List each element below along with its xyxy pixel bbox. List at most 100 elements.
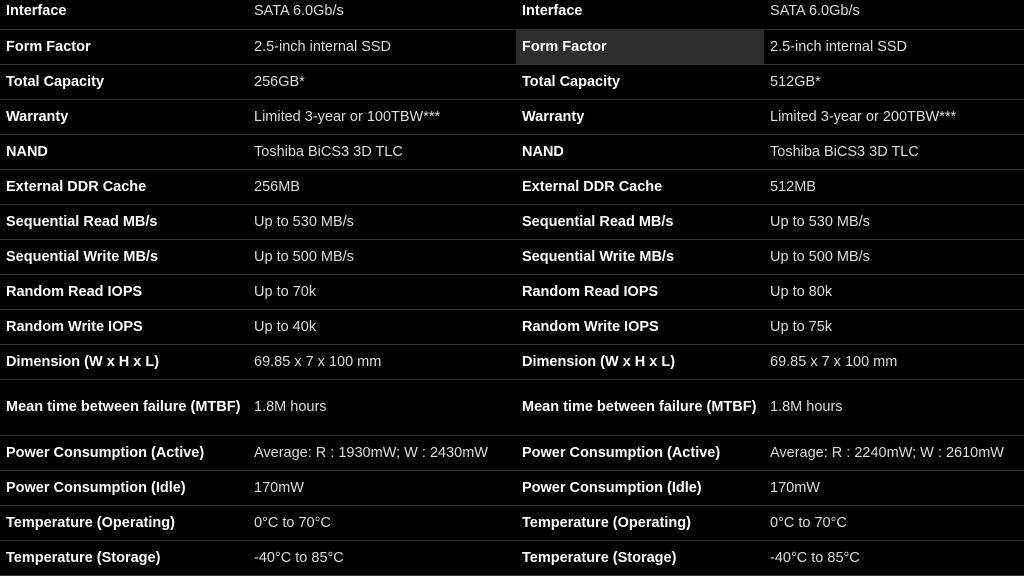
table-row: Power Consumption (Idle) 170mW bbox=[516, 470, 1024, 506]
spec-label: Form Factor bbox=[516, 29, 764, 65]
spec-value: Up to 530 MB/s bbox=[248, 204, 516, 240]
spec-value: 170mW bbox=[248, 470, 516, 506]
spec-table-512gb: Interface SATA 6.0Gb/s Form Factor 2.5-inc… bbox=[516, 0, 1024, 576]
spec-value: Toshiba BiCS3 3D TLC bbox=[248, 134, 516, 170]
table-row: NAND Toshiba BiCS3 3D TLC bbox=[516, 134, 1024, 170]
spec-value: SATA 6.0Gb/s bbox=[248, 0, 516, 30]
spec-value: 256GB* bbox=[248, 64, 516, 100]
spec-value: SATA 6.0Gb/s bbox=[764, 0, 1024, 30]
table-row: Random Write IOPS Up to 40k bbox=[0, 309, 516, 345]
spec-label: Temperature (Operating) bbox=[0, 505, 248, 541]
spec-value: Limited 3-year or 100TBW*** bbox=[248, 99, 516, 135]
spec-label: Dimension (W x H x L) bbox=[516, 344, 764, 380]
spec-value: Up to 80k bbox=[764, 274, 1024, 310]
spec-label: NAND bbox=[0, 134, 248, 170]
spec-table-body: Interface SATA 6.0Gb/s Form Factor 2.5-inc… bbox=[0, 0, 516, 576]
spec-value: 256MB bbox=[248, 169, 516, 205]
spec-label: Sequential Write MB/s bbox=[0, 239, 248, 275]
spec-value: Up to 500 MB/s bbox=[248, 239, 516, 275]
table-row: Temperature (Storage) -40°C to 85°C bbox=[516, 540, 1024, 576]
table-row: External DDR Cache 256MB bbox=[0, 169, 516, 205]
spec-value: Limited 3-year or 200TBW*** bbox=[764, 99, 1024, 135]
spec-value: Toshiba BiCS3 3D TLC bbox=[764, 134, 1024, 170]
spec-value: Up to 500 MB/s bbox=[764, 239, 1024, 275]
spec-label: NAND bbox=[516, 134, 764, 170]
table-row: Power Consumption (Active) Average: R : 2… bbox=[516, 435, 1024, 471]
spec-value: 512MB bbox=[764, 169, 1024, 205]
spec-label: Interface bbox=[516, 0, 764, 30]
spec-table-256gb: Interface SATA 6.0Gb/s Form Factor 2.5-inc… bbox=[0, 0, 516, 576]
spec-label: Mean time between failure (MTBF) bbox=[516, 379, 764, 436]
spec-value: 0°C to 70°C bbox=[764, 505, 1024, 541]
spec-label: Temperature (Storage) bbox=[516, 540, 764, 576]
table-row: Temperature (Storage) -40°C to 85°C bbox=[0, 540, 516, 576]
spec-label: Power Consumption (Idle) bbox=[516, 470, 764, 506]
spec-value: Up to 40k bbox=[248, 309, 516, 345]
spec-label: Interface bbox=[0, 0, 248, 30]
table-row: Mean time between failure (MTBF) 1.8M hou… bbox=[516, 379, 1024, 436]
spec-label: External DDR Cache bbox=[516, 169, 764, 205]
spec-label: Power Consumption (Idle) bbox=[0, 470, 248, 506]
spec-label: Warranty bbox=[516, 99, 764, 135]
table-row: Form Factor 2.5-inch internal SSD bbox=[0, 29, 516, 65]
spec-label: Sequential Read MB/s bbox=[516, 204, 764, 240]
spec-label: Warranty bbox=[0, 99, 248, 135]
table-row: Mean time between failure (MTBF) 1.8M hou… bbox=[0, 379, 516, 436]
spec-value: -40°C to 85°C bbox=[764, 540, 1024, 576]
spec-label: Temperature (Operating) bbox=[516, 505, 764, 541]
spec-label: Random Read IOPS bbox=[516, 274, 764, 310]
table-row: Total Capacity 512GB* bbox=[516, 64, 1024, 100]
table-row: Warranty Limited 3-year or 100TBW*** bbox=[0, 99, 516, 135]
table-row: Power Consumption (Idle) 170mW bbox=[0, 470, 516, 506]
spec-label: Sequential Read MB/s bbox=[0, 204, 248, 240]
spec-label: Random Write IOPS bbox=[516, 309, 764, 345]
spec-label: Sequential Write MB/s bbox=[516, 239, 764, 275]
table-row: Sequential Write MB/s Up to 500 MB/s bbox=[0, 239, 516, 275]
spec-label: Power Consumption (Active) bbox=[516, 435, 764, 471]
table-row: Dimension (W x H x L) 69.85 x 7 x 100 mm bbox=[516, 344, 1024, 380]
spec-value: 1.8M hours bbox=[764, 379, 1024, 436]
spec-label: External DDR Cache bbox=[0, 169, 248, 205]
spec-label: Random Write IOPS bbox=[0, 309, 248, 345]
table-row: Temperature (Operating) 0°C to 70°C bbox=[516, 505, 1024, 541]
table-row: Interface SATA 6.0Gb/s bbox=[0, 0, 516, 30]
table-row: Power Consumption (Active) Average: R : 1… bbox=[0, 435, 516, 471]
spec-value: Up to 530 MB/s bbox=[764, 204, 1024, 240]
spec-table-body: Interface SATA 6.0Gb/s Form Factor 2.5-inc… bbox=[516, 0, 1024, 576]
table-row: Random Write IOPS Up to 75k bbox=[516, 309, 1024, 345]
table-row: Random Read IOPS Up to 80k bbox=[516, 274, 1024, 310]
spec-value: 0°C to 70°C bbox=[248, 505, 516, 541]
spec-value: 2.5-inch internal SSD bbox=[248, 29, 516, 65]
spec-label: Random Read IOPS bbox=[0, 274, 248, 310]
spec-value: 512GB* bbox=[764, 64, 1024, 100]
table-row: Sequential Read MB/s Up to 530 MB/s bbox=[516, 204, 1024, 240]
table-row: Total Capacity 256GB* bbox=[0, 64, 516, 100]
spec-value: 69.85 x 7 x 100 mm bbox=[248, 344, 516, 380]
spec-value: 2.5-inch internal SSD bbox=[764, 29, 1024, 65]
spec-label: Temperature (Storage) bbox=[0, 540, 248, 576]
spec-value: Average: R : 2240mW; W : 2610mW bbox=[764, 435, 1024, 471]
spec-value: -40°C to 85°C bbox=[248, 540, 516, 576]
table-row: External DDR Cache 512MB bbox=[516, 169, 1024, 205]
table-row: Sequential Read MB/s Up to 530 MB/s bbox=[0, 204, 516, 240]
table-row: NAND Toshiba BiCS3 3D TLC bbox=[0, 134, 516, 170]
spec-label: Mean time between failure (MTBF) bbox=[0, 379, 248, 436]
table-row-highlighted: Form Factor 2.5-inch internal SSD bbox=[516, 29, 1024, 65]
spec-label: Total Capacity bbox=[0, 64, 248, 100]
table-row: Random Read IOPS Up to 70k bbox=[0, 274, 516, 310]
table-row: Temperature (Operating) 0°C to 70°C bbox=[0, 505, 516, 541]
spec-value: 170mW bbox=[764, 470, 1024, 506]
spec-value: 69.85 x 7 x 100 mm bbox=[764, 344, 1024, 380]
spec-value: 1.8M hours bbox=[248, 379, 516, 436]
spec-value: Up to 75k bbox=[764, 309, 1024, 345]
spec-label: Total Capacity bbox=[516, 64, 764, 100]
spec-value: Average: R : 1930mW; W : 2430mW bbox=[248, 435, 516, 471]
table-row: Sequential Write MB/s Up to 500 MB/s bbox=[516, 239, 1024, 275]
spec-label: Form Factor bbox=[0, 29, 248, 65]
spec-value: Up to 70k bbox=[248, 274, 516, 310]
table-row: Warranty Limited 3-year or 200TBW*** bbox=[516, 99, 1024, 135]
spec-tables: Interface SATA 6.0Gb/s Form Factor 2.5-inc… bbox=[0, 0, 1024, 576]
spec-label: Power Consumption (Active) bbox=[0, 435, 248, 471]
table-row: Interface SATA 6.0Gb/s bbox=[516, 0, 1024, 30]
spec-label: Dimension (W x H x L) bbox=[0, 344, 248, 380]
